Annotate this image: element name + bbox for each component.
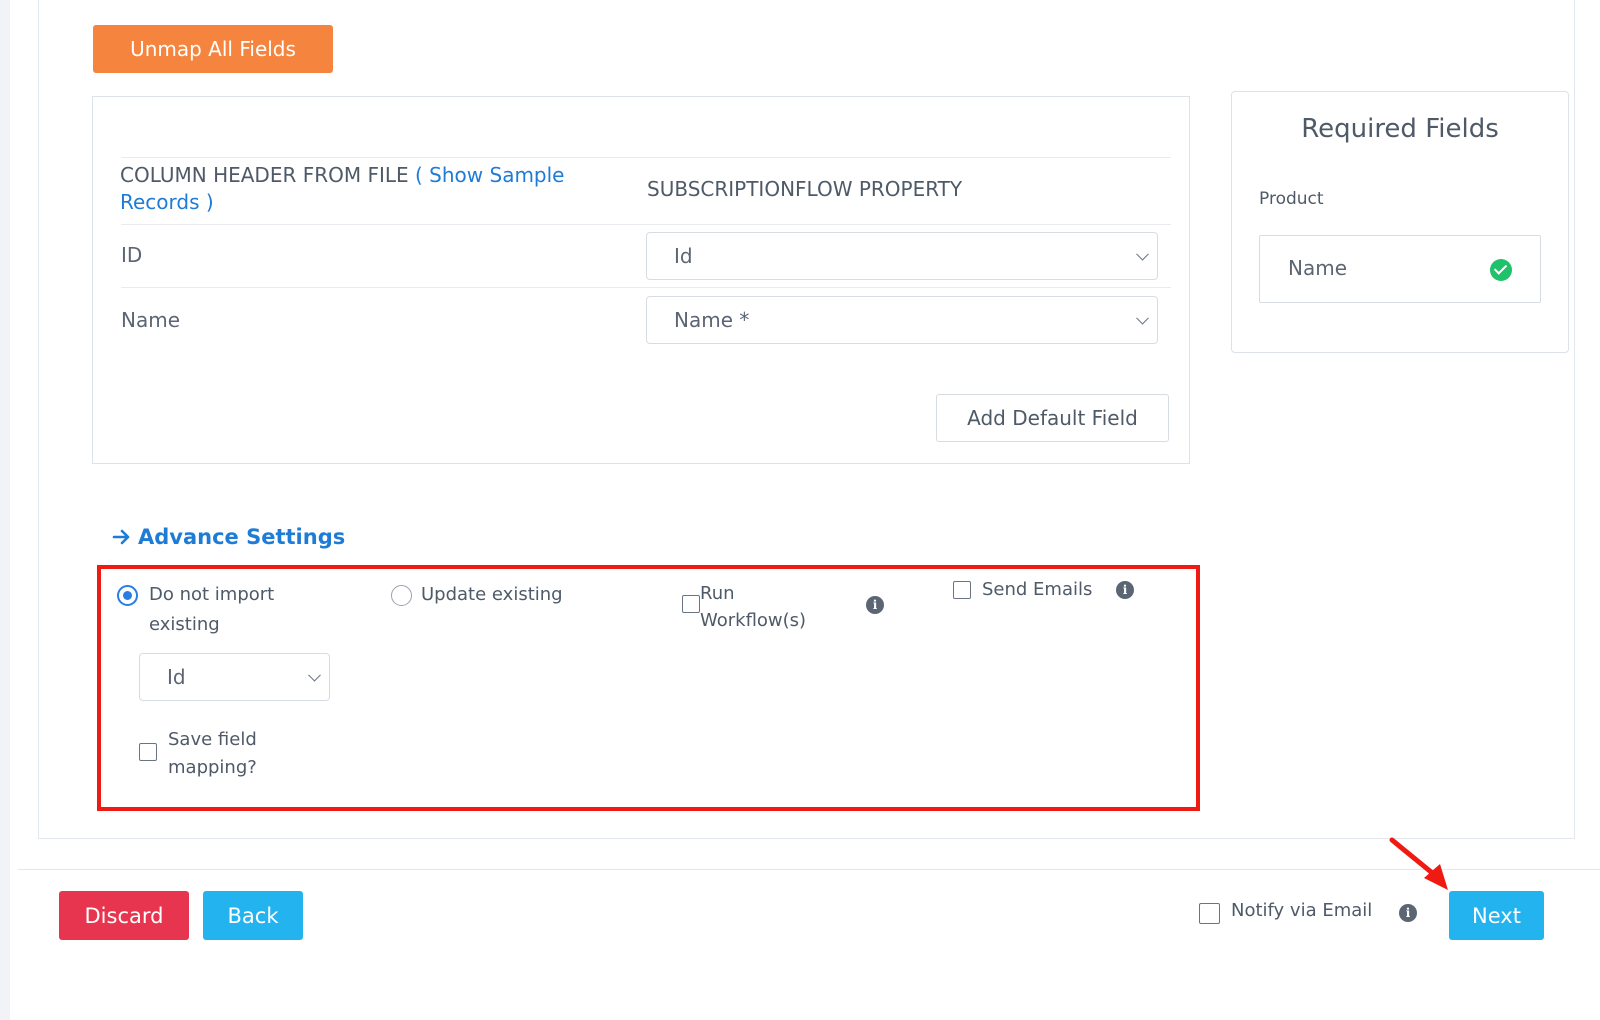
notify-email-checkbox[interactable]: [1199, 903, 1220, 924]
field-mapping-panel: COLUMN HEADER FROM FILE ( Show Sample Re…: [92, 96, 1190, 464]
info-icon[interactable]: i: [1399, 904, 1417, 922]
file-column-name: Name: [121, 308, 181, 332]
mapping-row-divider: [121, 287, 1171, 288]
check-circle-icon: [1490, 259, 1512, 281]
page: Unmap All Fields COLUMN HEADER FROM FILE…: [10, 0, 1600, 1020]
back-button[interactable]: Back: [203, 891, 303, 940]
advance-settings-label: Advance Settings: [138, 525, 346, 549]
mapping-header-divider: [121, 157, 1171, 158]
add-default-field-button[interactable]: Add Default Field: [936, 394, 1169, 442]
required-fields-title: Required Fields: [1301, 114, 1499, 144]
required-entity-label: Product: [1259, 189, 1324, 209]
property-select-value: Name *: [674, 308, 750, 332]
arrow-right-icon: [112, 529, 130, 545]
file-column-id: ID: [121, 243, 143, 267]
column-header-title: COLUMN HEADER FROM FILE ( Show Sample Re…: [120, 162, 610, 216]
advance-settings-link[interactable]: Advance Settings: [112, 525, 345, 549]
match-field-select[interactable]: Id: [139, 653, 330, 701]
match-field-value: Id: [167, 665, 186, 689]
property-header-title: SUBSCRIPTIONFLOW PROPERTY: [647, 177, 963, 201]
send-emails-checkbox[interactable]: [953, 581, 971, 599]
do-not-import-label: Do not import existing: [149, 584, 275, 635]
property-select-name[interactable]: Name *: [646, 296, 1158, 344]
unmap-all-fields-button[interactable]: Unmap All Fields: [93, 25, 333, 73]
info-icon[interactable]: i: [1116, 581, 1134, 599]
do-not-import-radio[interactable]: [117, 585, 138, 606]
save-mapping-label: Save field mapping?: [168, 729, 257, 778]
chevron-down-icon: [1136, 247, 1149, 261]
mapping-row-divider: [121, 224, 1171, 225]
next-button[interactable]: Next: [1449, 891, 1544, 940]
chevron-down-icon: [1136, 311, 1149, 325]
update-existing-radio[interactable]: [391, 585, 412, 606]
send-emails-label: Send Emails: [982, 579, 1093, 600]
required-field-item: Name: [1259, 235, 1541, 303]
discard-button[interactable]: Discard: [59, 891, 189, 940]
save-mapping-checkbox[interactable]: [139, 743, 157, 761]
property-select-value: Id: [674, 244, 693, 268]
required-fields-panel: Required Fields Product Name: [1231, 91, 1569, 353]
red-arrow-annotation-icon: [1389, 837, 1448, 890]
advance-settings-highlight: Do not import existing Update existing R…: [97, 565, 1200, 811]
property-select-id[interactable]: Id: [646, 232, 1158, 280]
notify-email-label: Notify via Email: [1231, 900, 1373, 921]
column-header-label: COLUMN HEADER FROM FILE: [120, 163, 409, 187]
chevron-down-icon: [308, 668, 321, 682]
required-field-name: Name: [1288, 256, 1348, 280]
info-icon[interactable]: i: [866, 596, 884, 614]
update-existing-label: Update existing: [421, 584, 563, 605]
run-workflows-label: Run Workflow(s): [700, 583, 807, 631]
import-mapping-card: Unmap All Fields COLUMN HEADER FROM FILE…: [38, 0, 1575, 839]
run-workflows-checkbox[interactable]: [682, 595, 700, 613]
footer-divider: [18, 869, 1600, 870]
